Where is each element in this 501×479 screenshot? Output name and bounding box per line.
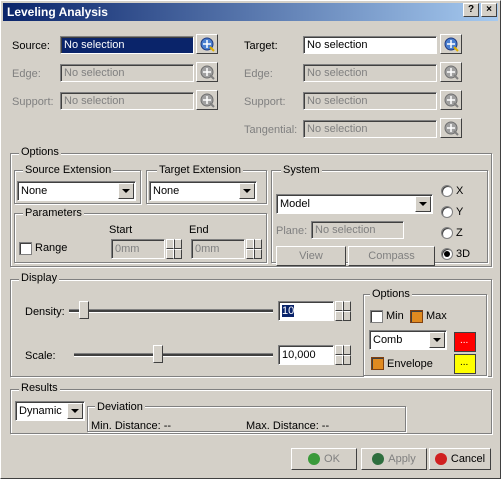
edge1-select-icon xyxy=(196,62,218,82)
start-input: 0mm xyxy=(111,239,165,259)
target-field[interactable]: No selection xyxy=(303,36,437,54)
min-label: Min xyxy=(386,310,404,322)
tangential-field: No selection xyxy=(303,120,437,138)
edge1-label: Edge: xyxy=(12,68,41,80)
mode-select[interactable]: Comb xyxy=(369,330,447,350)
max-distance: Max. Distance: -- xyxy=(246,420,330,432)
edge1-field: No selection xyxy=(60,64,194,82)
edge2-field: No selection xyxy=(303,64,437,82)
start-spinner xyxy=(166,239,182,259)
min-checkbox[interactable] xyxy=(370,310,383,323)
density-slider[interactable] xyxy=(69,301,273,321)
scale-label: Scale: xyxy=(25,350,56,362)
max-checkbox[interactable] xyxy=(410,310,423,323)
support2-field: No selection xyxy=(303,92,437,110)
support1-label: Support: xyxy=(12,96,54,108)
ok-button: OK xyxy=(291,448,357,470)
radio-3d-label: 3D xyxy=(456,248,471,260)
cancel-icon xyxy=(434,453,447,466)
density-thumb[interactable] xyxy=(79,301,89,319)
target-select-icon[interactable] xyxy=(440,34,462,54)
help-button[interactable]: ? xyxy=(463,3,479,17)
apply-icon xyxy=(372,453,385,466)
source-extension-select[interactable]: None xyxy=(17,181,136,201)
parameters-title: Parameters xyxy=(23,207,84,219)
scale-spinner[interactable] xyxy=(335,345,351,365)
system-value: Model xyxy=(280,198,310,210)
support2-select-icon xyxy=(440,90,462,110)
source-field[interactable]: No selection xyxy=(60,36,194,54)
source-label: Source: xyxy=(12,40,50,52)
deviation-title: Deviation xyxy=(95,401,145,413)
display-title: Display xyxy=(19,272,60,284)
density-input[interactable]: 10 xyxy=(278,301,334,321)
edge2-label: Edge: xyxy=(244,68,273,80)
chevron-down-icon[interactable] xyxy=(118,183,134,199)
radio-x-label: X xyxy=(456,185,464,197)
results-mode-value: Dynamic xyxy=(19,405,62,417)
compass-button: Compass xyxy=(348,246,435,266)
window-title: Leveling Analysis xyxy=(7,5,108,19)
plane-field: No selection xyxy=(311,221,404,239)
range-checkbox[interactable] xyxy=(19,242,32,255)
apply-button: Apply xyxy=(361,448,427,470)
end-label: End xyxy=(189,224,209,236)
tangential-label: Tangential: xyxy=(244,124,298,136)
results-mode-select[interactable]: Dynamic xyxy=(15,401,85,421)
plane-label: Plane: xyxy=(276,225,308,237)
scale-input[interactable]: 10,000 xyxy=(278,345,334,365)
radio-y-label: Y xyxy=(456,206,464,218)
scale-track xyxy=(74,353,273,357)
support1-field: No selection xyxy=(60,92,194,110)
target-extension-select[interactable]: None xyxy=(149,181,257,201)
display-options-title: Options xyxy=(370,288,412,300)
primary-color-swatch[interactable]: ... xyxy=(454,332,476,352)
scale-thumb[interactable] xyxy=(153,345,163,363)
close-button[interactable]: × xyxy=(481,3,497,17)
options-title: Options xyxy=(19,146,61,158)
end-spinner xyxy=(246,239,262,259)
range-label: Range xyxy=(35,242,68,254)
target-extension-value: None xyxy=(153,185,180,197)
tangential-select-icon xyxy=(440,118,462,138)
source-extension-label: Source Extension xyxy=(23,164,114,176)
max-label: Max xyxy=(426,310,447,322)
density-spinner[interactable] xyxy=(335,301,351,321)
ok-icon xyxy=(308,453,321,466)
envelope-label: Envelope xyxy=(387,358,433,370)
system-title: System xyxy=(281,164,322,176)
mode-value: Comb xyxy=(373,334,403,346)
source-extension-value: None xyxy=(21,185,48,197)
end-input: 0mm xyxy=(191,239,245,259)
density-value: 10 xyxy=(282,305,295,317)
radio-z-label: Z xyxy=(456,227,463,239)
support1-select-icon xyxy=(196,90,218,110)
density-track xyxy=(69,309,273,313)
chevron-down-icon[interactable] xyxy=(239,183,255,199)
scale-slider[interactable] xyxy=(74,345,273,365)
chevron-down-icon[interactable] xyxy=(429,332,445,348)
edge2-select-icon xyxy=(440,62,462,82)
radio-3d[interactable] xyxy=(441,248,453,260)
view-button: View xyxy=(276,246,346,266)
radio-x[interactable] xyxy=(441,185,453,197)
system-select[interactable]: Model xyxy=(276,194,433,214)
target-extension-label: Target Extension xyxy=(157,164,243,176)
cancel-button[interactable]: Cancel xyxy=(429,448,491,470)
title-bar: Leveling Analysis xyxy=(3,3,498,21)
source-select-icon[interactable] xyxy=(196,34,218,54)
secondary-color-swatch[interactable]: ... xyxy=(454,354,476,374)
support2-label: Support: xyxy=(244,96,286,108)
dialog-window: Leveling Analysis ? × Source: No selecti… xyxy=(0,0,501,479)
density-label: Density: xyxy=(25,306,65,318)
radio-z[interactable] xyxy=(441,227,453,239)
min-distance: Min. Distance: -- xyxy=(91,420,172,432)
start-label: Start xyxy=(109,224,133,236)
chevron-down-icon[interactable] xyxy=(67,403,83,419)
radio-y[interactable] xyxy=(441,206,453,218)
chevron-down-icon[interactable] xyxy=(415,196,431,212)
results-title: Results xyxy=(19,382,60,394)
target-label: Target: xyxy=(244,40,278,52)
envelope-checkbox[interactable] xyxy=(371,357,384,370)
